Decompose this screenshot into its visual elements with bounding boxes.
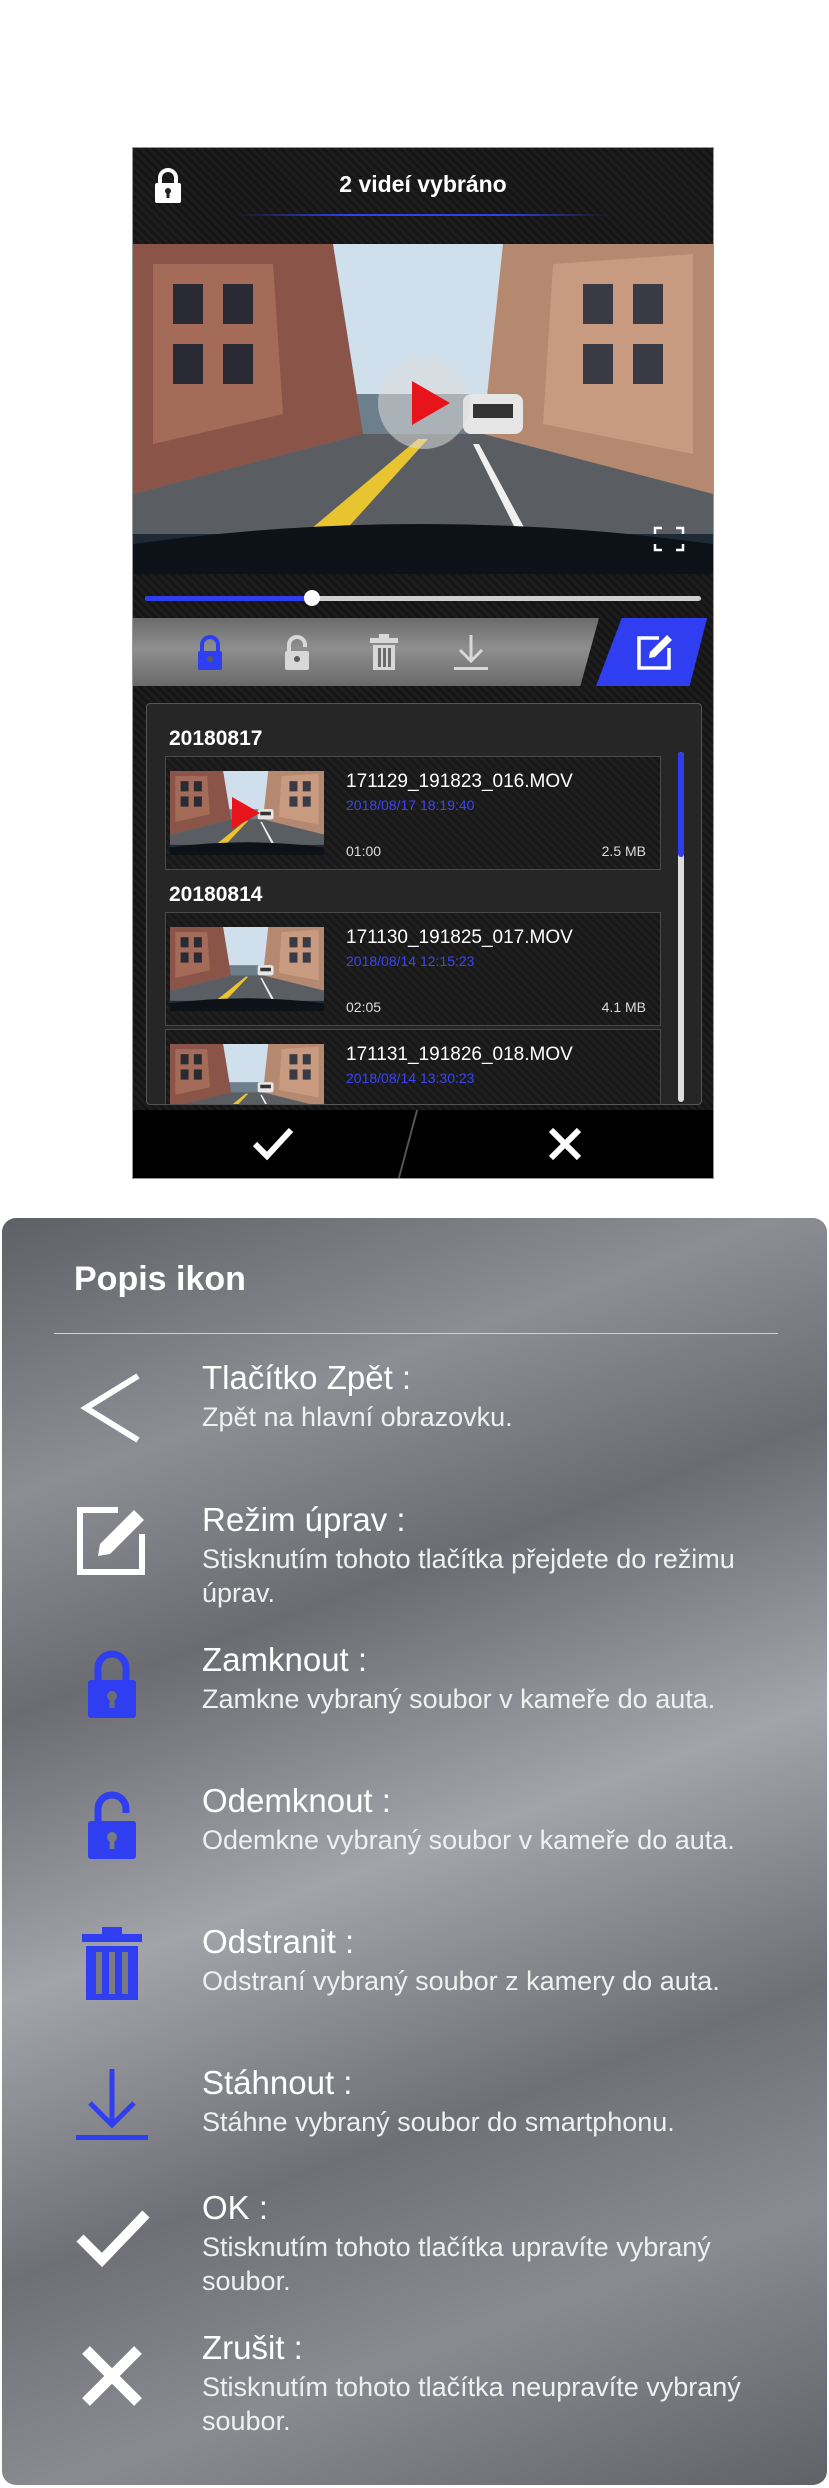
legend-desc: Stisknutím tohoto tlačítka neupravíte vy… xyxy=(202,2372,741,2436)
file-size: 2.5 MB xyxy=(601,843,646,859)
progress-fill xyxy=(145,596,312,601)
legend-desc: Odemkne vybraný soubor v kameře do auta. xyxy=(202,1825,735,1855)
trash-icon xyxy=(82,1927,142,2000)
action-toolbar xyxy=(133,618,713,686)
check-icon xyxy=(76,2210,150,2268)
back-icon xyxy=(80,1373,140,1443)
lock-icon xyxy=(88,1650,136,1718)
file-size: 4.1 MB xyxy=(601,999,646,1015)
legend-name: Tlačítko Zpět : xyxy=(202,1359,412,1396)
legend-desc: Zpět na hlavní obrazovku. xyxy=(202,1402,513,1432)
list-item[interactable]: 171129_191823_016.MOV 2018/08/17 18:19:4… xyxy=(165,756,661,870)
playback-progress-bar[interactable] xyxy=(145,588,701,608)
legend-divider xyxy=(54,1333,778,1334)
fullscreen-icon[interactable] xyxy=(653,526,685,552)
legend-desc: Stáhne vybraný soubor do smartphonu. xyxy=(202,2107,675,2137)
video-thumbnail[interactable] xyxy=(170,771,324,855)
legend-name: Zrušit : xyxy=(202,2329,303,2366)
date-header: 20180817 xyxy=(169,727,263,750)
list-item[interactable]: 171130_191825_017.MOV 2018/08/14 12:15:2… xyxy=(165,912,661,1026)
list-scroll-thumb[interactable] xyxy=(678,752,684,857)
video-preview[interactable] xyxy=(133,244,713,574)
check-icon[interactable] xyxy=(251,1124,295,1164)
unlock-icon xyxy=(88,1791,136,1859)
file-datetime: 2018/08/14 13:30:23 xyxy=(346,1070,475,1086)
legend-title: Popis ikon xyxy=(74,1260,246,1298)
legend-desc: Odstraní vybraný soubor z kamery do auta… xyxy=(202,1966,720,1996)
date-header: 20180814 xyxy=(169,883,263,906)
legend-name: Odstranit : xyxy=(202,1923,355,1960)
file-name: 171131_191826_018.MOV xyxy=(346,1044,573,1065)
unlock-icon[interactable] xyxy=(277,632,317,672)
play-icon xyxy=(232,797,260,829)
close-icon xyxy=(82,2346,142,2406)
close-icon[interactable] xyxy=(545,1124,585,1164)
page-caption xyxy=(0,52,829,102)
list-item[interactable]: 171131_191826_018.MOV 2018/08/14 13:30:2… xyxy=(165,1029,661,1105)
download-icon xyxy=(76,2069,148,2140)
legend-desc: Zamkne vybraný soubor v kameře do auta. xyxy=(202,1684,716,1714)
lock-icon[interactable] xyxy=(190,632,230,672)
top-bar: 2 videí vybráno xyxy=(133,148,713,244)
play-icon[interactable] xyxy=(376,355,472,451)
legend-desc: Stisknutím tohoto tlačítka upravíte vybr… xyxy=(202,2232,711,2296)
download-icon[interactable] xyxy=(451,632,491,672)
icon-legend-panel: Popis ikon Tlačítko Zpět : Zpět na hlavn… xyxy=(2,1218,827,2485)
phone-screen: 2 videí vybráno 20180817 171129_191823_0… xyxy=(132,147,714,1179)
legend-name: Režim úprav : xyxy=(202,1501,406,1538)
legend-name: Zamknout : xyxy=(202,1641,368,1678)
file-duration: 01:00 xyxy=(346,843,382,859)
file-name: 171129_191823_016.MOV xyxy=(346,771,573,792)
video-thumbnail[interactable] xyxy=(170,1044,324,1105)
file-name: 171130_191825_017.MOV xyxy=(346,927,573,948)
legend-name: OK : xyxy=(202,2189,269,2226)
file-duration: 02:05 xyxy=(346,999,382,1015)
edit-icon[interactable] xyxy=(635,632,675,672)
legend-name: Stáhnout : xyxy=(202,2064,353,2101)
bottom-bar xyxy=(133,1110,713,1178)
trash-icon[interactable] xyxy=(364,632,404,672)
edit-icon xyxy=(77,1507,145,1575)
title-underline xyxy=(233,214,613,216)
legend-name: Odemknout : xyxy=(202,1782,391,1819)
legend-desc: Stisknutím tohoto tlačítka přejdete do r… xyxy=(202,1544,735,1608)
selection-title: 2 videí vybráno xyxy=(339,171,507,197)
file-datetime: 2018/08/14 12:15:23 xyxy=(346,953,475,969)
bottom-divider xyxy=(397,1110,419,1178)
video-thumbnail[interactable] xyxy=(170,927,324,1011)
file-datetime: 2018/08/17 18:19:40 xyxy=(346,797,475,813)
video-file-list[interactable]: 20180817 171129_191823_016.MOV 2018/08/1… xyxy=(146,703,702,1105)
progress-knob[interactable] xyxy=(303,590,320,606)
